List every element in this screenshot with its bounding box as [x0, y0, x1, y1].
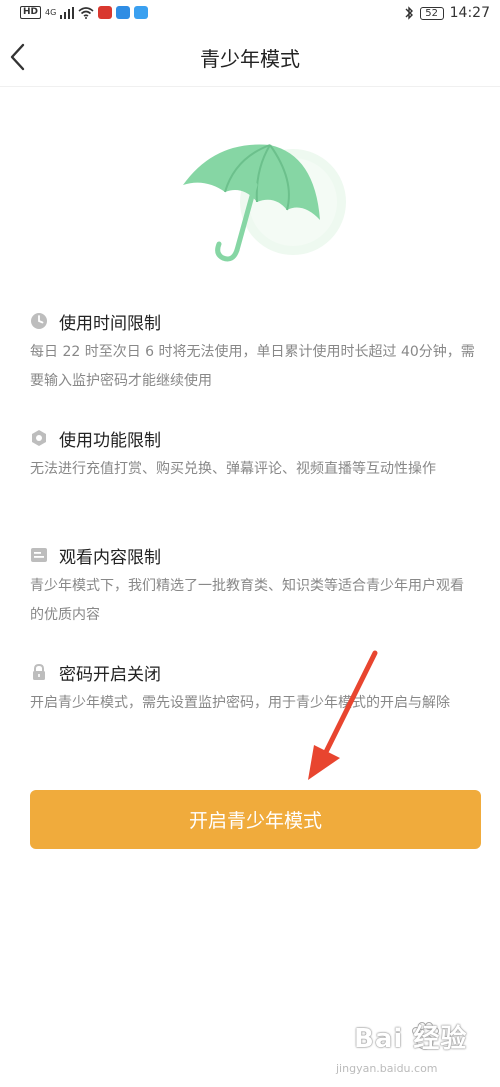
page-title: 青少年模式	[200, 47, 300, 71]
umbrella-illustration	[183, 144, 346, 262]
section-title: 观看内容限制	[59, 547, 161, 568]
status-bar: HD 4G 52 14:27	[0, 0, 500, 28]
status-left: HD 4G	[20, 6, 149, 19]
watermark-url: jingyan.baidu.com	[336, 1062, 438, 1075]
section-header: 密码开启关闭	[30, 659, 475, 685]
section-time-limit: 使用时间限制 每日 22 时至次日 6 时将无法使用，单日累计使用时长超过 40…	[30, 308, 475, 396]
section-header: 使用时间限制	[30, 308, 475, 334]
hd-indicator: HD	[20, 6, 42, 19]
section-header: 观看内容限制	[30, 542, 475, 568]
signal-icon	[60, 6, 75, 19]
section-password: 密码开启关闭 开启青少年模式，需先设置监护密码，用于青少年模式的开启与解除	[30, 659, 475, 718]
section-title: 使用时间限制	[59, 313, 161, 334]
clock: 14:27	[449, 5, 490, 21]
section-description: 开启青少年模式，需先设置监护密码，用于青少年模式的开启与解除	[30, 695, 450, 711]
watermark: Bai 经验 jingyan.baidu.com	[330, 1010, 490, 1080]
section-description: 青少年模式下，我们精选了一批教育类、知识类等适合青少年用户观看的优质内容	[30, 578, 464, 623]
app-notification-icon	[98, 6, 113, 19]
enable-youth-mode-button[interactable]: 开启青少年模式	[30, 790, 481, 849]
network-type: 4G	[45, 7, 57, 17]
section-function-limit: 使用功能限制 无法进行充值打赏、购买兑换、弹幕评论、视频直播等互动性操作	[30, 425, 475, 484]
watermark-brand: Bai 经验	[354, 1024, 468, 1054]
section-description: 无法进行充值打赏、购买兑换、弹幕评论、视频直播等互动性操作	[30, 461, 436, 477]
message-app-icon	[134, 6, 149, 19]
content-icon	[31, 548, 47, 562]
cloud-app-icon	[116, 6, 131, 19]
section-title: 使用功能限制	[59, 430, 161, 451]
clock-icon	[31, 313, 47, 329]
wifi-icon	[78, 6, 94, 19]
section-content-limit: 观看内容限制 青少年模式下，我们精选了一批教育类、知识类等适合青少年用户观看的优…	[30, 542, 475, 630]
status-right: 52 14:27	[404, 5, 490, 21]
annotation-arrow-icon	[308, 650, 378, 780]
lock-icon	[33, 663, 45, 680]
bluetooth-icon	[405, 6, 413, 20]
nav-header: 青少年模式	[0, 28, 500, 87]
section-title: 密码开启关闭	[59, 664, 161, 685]
section-header: 使用功能限制	[30, 425, 475, 451]
hexagon-icon	[32, 430, 46, 446]
battery-level: 52	[419, 6, 444, 20]
section-description: 每日 22 时至次日 6 时将无法使用，单日累计使用时长超过 40分钟，需要输入…	[30, 344, 475, 389]
